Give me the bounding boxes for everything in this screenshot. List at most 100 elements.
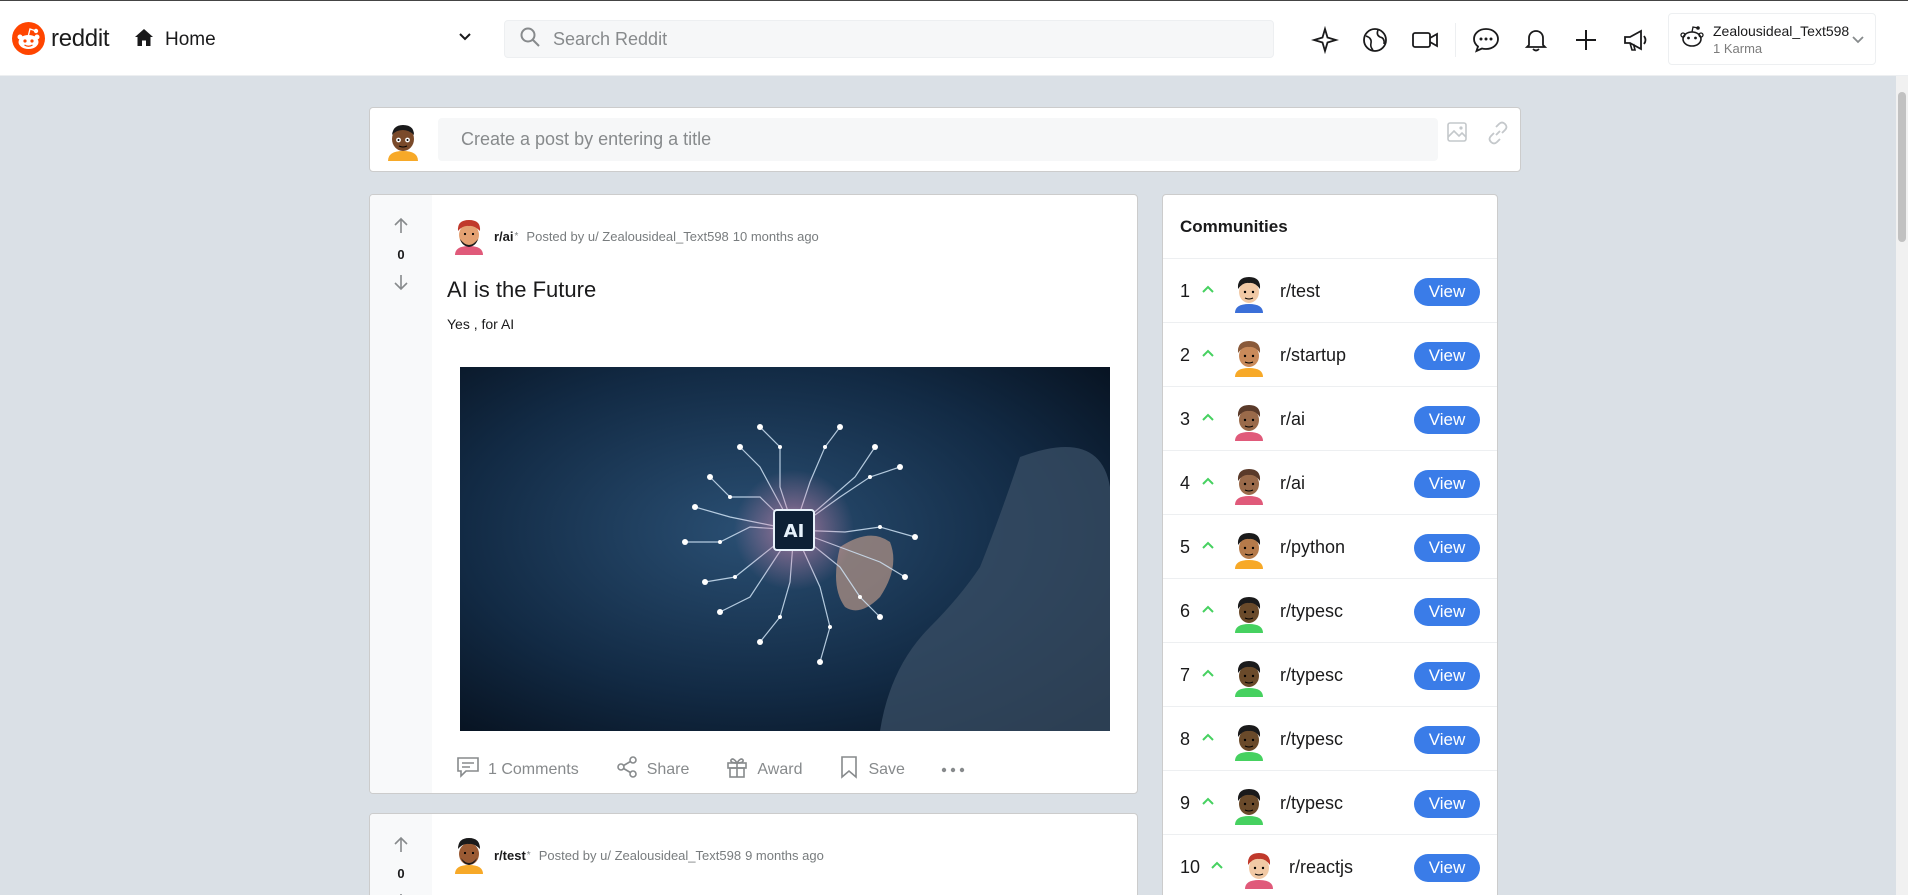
trending-up-icon xyxy=(1201,729,1215,747)
community-row[interactable]: 9 r/typesc View xyxy=(1163,771,1497,835)
view-button[interactable]: View xyxy=(1414,278,1480,306)
post-card[interactable]: 0 r/test * Posted by u/ Zealousideal_Tex… xyxy=(369,813,1138,895)
subreddit-link[interactable]: r/ai xyxy=(494,229,514,244)
community-row[interactable]: 3 r/ai View xyxy=(1163,387,1497,451)
comments-button[interactable]: 1 Comments xyxy=(456,756,579,783)
trending-up-icon xyxy=(1201,409,1215,427)
award-button[interactable]: Award xyxy=(725,755,802,784)
community-rank: 5 xyxy=(1180,537,1191,557)
save-label: Save xyxy=(868,760,905,778)
community-name[interactable]: r/startup xyxy=(1280,345,1346,366)
reddit-logo-icon xyxy=(12,22,45,55)
community-row[interactable]: 2 r/startup View xyxy=(1163,323,1497,387)
video-icon[interactable] xyxy=(1400,22,1450,58)
share-label: Share xyxy=(646,760,690,778)
page-scrollbar[interactable] xyxy=(1896,76,1908,895)
comment-icon xyxy=(456,756,480,783)
community-row[interactable]: 1 r/test View xyxy=(1163,259,1497,323)
award-label: Award xyxy=(757,760,803,778)
plus-icon[interactable] xyxy=(1561,22,1611,58)
community-name[interactable]: r/typesc xyxy=(1280,665,1343,686)
search-icon xyxy=(519,26,541,53)
community-name[interactable]: r/ai xyxy=(1280,473,1305,494)
community-name[interactable]: r/python xyxy=(1280,537,1345,558)
trending-up-icon xyxy=(1201,473,1215,491)
community-name[interactable]: r/typesc xyxy=(1280,729,1343,750)
top-navbar: reddit Home Search Reddit Zealousideal_T… xyxy=(0,0,1908,76)
community-avatar[interactable] xyxy=(1231,401,1267,446)
community-name[interactable]: r/typesc xyxy=(1280,601,1343,622)
post-time: 10 months ago xyxy=(732,229,819,244)
view-button[interactable]: View xyxy=(1414,342,1480,370)
home-dropdown[interactable]: Home xyxy=(133,24,473,56)
bell-icon[interactable] xyxy=(1511,22,1561,58)
community-row[interactable]: 4 r/ai View xyxy=(1163,451,1497,515)
community-avatar[interactable] xyxy=(1241,849,1277,894)
sparkle-icon[interactable] xyxy=(1300,22,1350,58)
community-avatar[interactable] xyxy=(1231,721,1267,766)
community-avatar[interactable] xyxy=(1231,465,1267,510)
more-options-button[interactable] xyxy=(941,761,965,779)
community-avatar[interactable] xyxy=(1231,273,1267,318)
link-icon[interactable] xyxy=(1485,120,1511,151)
community-row[interactable]: 6 r/typesc View xyxy=(1163,579,1497,643)
community-name[interactable]: r/reactjs xyxy=(1289,857,1353,878)
community-avatar[interactable] xyxy=(1231,785,1267,830)
upvote-arrow-icon[interactable] xyxy=(393,836,409,859)
post-meta: r/ai * Posted by u/ Zealousideal_Text598… xyxy=(452,215,819,258)
chat-icon[interactable] xyxy=(1461,22,1511,58)
chevron-down-icon xyxy=(457,28,473,49)
reddit-logo[interactable]: reddit xyxy=(12,22,110,55)
comments-label: 1 Comments xyxy=(488,760,579,778)
view-button[interactable]: View xyxy=(1414,790,1480,818)
view-button[interactable]: View xyxy=(1414,406,1480,434)
community-name[interactable]: r/ai xyxy=(1280,409,1305,430)
globe-icon[interactable] xyxy=(1350,22,1400,58)
megaphone-icon[interactable] xyxy=(1611,22,1661,58)
trending-up-icon xyxy=(1201,281,1215,299)
subreddit-avatar[interactable] xyxy=(452,834,486,877)
chevron-down-icon xyxy=(1851,32,1865,51)
post-body: Yes , for AI xyxy=(447,316,515,332)
post-image[interactable]: AI xyxy=(460,367,1110,731)
create-post-input[interactable]: Create a post by entering a title xyxy=(438,118,1438,161)
community-row[interactable]: 10 r/reactjs View xyxy=(1163,835,1497,895)
share-button[interactable]: Share xyxy=(615,755,690,784)
view-button[interactable]: View xyxy=(1414,470,1480,498)
upvote-arrow-icon[interactable] xyxy=(393,217,409,240)
posted-by[interactable]: Posted by u/ Zealousideal_Text598 xyxy=(526,229,728,244)
view-button[interactable]: View xyxy=(1414,534,1480,562)
subreddit-marker: * xyxy=(526,850,531,861)
logo-text: reddit xyxy=(51,24,110,52)
community-rank: 2 xyxy=(1180,345,1191,365)
community-rank: 4 xyxy=(1180,473,1191,493)
view-button[interactable]: View xyxy=(1414,598,1480,626)
community-avatar[interactable] xyxy=(1231,593,1267,638)
community-row[interactable]: 7 r/typesc View xyxy=(1163,643,1497,707)
more-dots-icon xyxy=(941,761,965,779)
posted-by[interactable]: Posted by u/ Zealousideal_Text598 xyxy=(539,848,741,863)
community-row[interactable]: 5 r/python View xyxy=(1163,515,1497,579)
scrollbar-thumb[interactable] xyxy=(1898,92,1906,242)
view-button[interactable]: View xyxy=(1414,662,1480,690)
community-name[interactable]: r/typesc xyxy=(1280,793,1343,814)
subreddit-link[interactable]: r/test xyxy=(494,848,526,863)
post-card[interactable]: 0 r/ai * Posted by u/ Zealousideal_Text5… xyxy=(369,194,1138,794)
post-title[interactable]: AI is the Future xyxy=(447,277,596,303)
downvote-arrow-icon[interactable] xyxy=(393,273,409,296)
community-name[interactable]: r/test xyxy=(1280,281,1320,302)
subreddit-avatar[interactable] xyxy=(452,215,486,258)
community-row[interactable]: 8 r/typesc View xyxy=(1163,707,1497,771)
view-button[interactable]: View xyxy=(1414,726,1480,754)
community-avatar[interactable] xyxy=(1231,337,1267,382)
view-button[interactable]: View xyxy=(1414,854,1480,882)
community-avatar[interactable] xyxy=(1231,657,1267,702)
trending-up-icon xyxy=(1201,793,1215,811)
community-avatar[interactable] xyxy=(1231,529,1267,574)
image-upload-icon[interactable] xyxy=(1445,120,1469,149)
user-menu[interactable]: Zealousideal_Text598 1 Karma xyxy=(1668,13,1876,65)
vote-column: 0 xyxy=(370,195,432,793)
search-input[interactable]: Search Reddit xyxy=(504,20,1274,58)
save-button[interactable]: Save xyxy=(838,755,905,784)
user-avatar[interactable] xyxy=(385,121,421,166)
